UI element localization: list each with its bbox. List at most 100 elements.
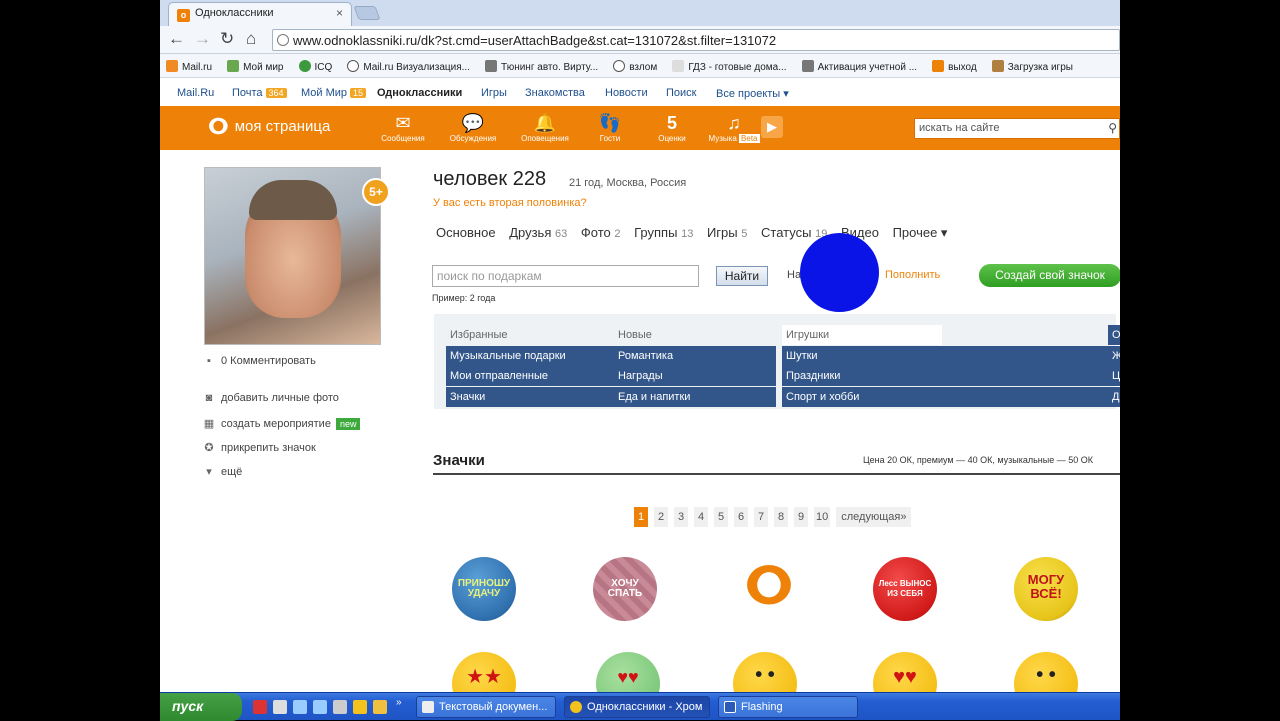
quicklaunch-icon[interactable]	[333, 700, 347, 714]
quicklaunch-icon[interactable]	[273, 700, 287, 714]
page-7[interactable]: 7	[754, 507, 768, 527]
back-icon[interactable]: ←	[168, 30, 185, 48]
tab-groups[interactable]: Группы 13	[634, 225, 693, 240]
quicklaunch-icon[interactable]	[313, 700, 327, 714]
create-event-link[interactable]: ▦ создать мероприятие new	[203, 417, 361, 430]
page-8[interactable]: 8	[774, 507, 788, 527]
badge-out-of-self[interactable]: Лесс ВЫНОС ИЗ СЕБЯ	[873, 557, 937, 621]
portal-link-mailru[interactable]: Mail.Ru	[177, 87, 214, 99]
bookmark-item[interactable]: Mail.ru Визуализация...	[347, 60, 470, 73]
comment-link[interactable]: ▪ 0 Комментировать	[203, 355, 316, 367]
category-romance[interactable]: Романтика	[614, 346, 776, 366]
portal-link-games[interactable]: Игры	[481, 87, 507, 99]
more-link[interactable]: ▾ ещё	[203, 465, 242, 478]
topup-link[interactable]: Пополнить	[885, 269, 940, 281]
category-favorites[interactable]: Избранные	[446, 325, 606, 345]
bookmark-item[interactable]: Mail.ru	[166, 60, 212, 73]
page-6[interactable]: 6	[734, 507, 748, 527]
tab-other[interactable]: Прочее ▾	[893, 225, 948, 240]
badge-can-everything[interactable]: МОГУ ВСЁ!	[1014, 557, 1078, 621]
tab-photos[interactable]: Фото 2	[581, 225, 621, 240]
page-3[interactable]: 3	[674, 507, 688, 527]
page-1[interactable]: 1	[634, 507, 648, 527]
start-button[interactable]: пуск	[160, 693, 242, 721]
home-icon[interactable]: ⌂	[246, 30, 256, 48]
tab-statuses[interactable]: Статусы 19	[761, 225, 827, 240]
chevron-right-icon[interactable]: »	[396, 697, 402, 708]
category-other[interactable]: Другое	[1108, 387, 1120, 407]
tab-main[interactable]: Основное	[436, 225, 496, 240]
category-animals[interactable]: Животные	[1108, 346, 1120, 366]
profile-avatar[interactable]	[204, 167, 381, 345]
browser-toolbar: ← → ↻ ⌂ www.odnoklassniki.ru/dk?st.cmd=u…	[160, 26, 1120, 54]
add-photo-link[interactable]: ◙ добавить личные фото	[203, 392, 339, 404]
portal-link-mail[interactable]: Почта 364	[232, 87, 287, 99]
category-clothing[interactable]: Одежда и украшения	[1108, 325, 1120, 345]
bookmark-item[interactable]: Мой мир	[227, 60, 283, 73]
task-text-document[interactable]: Текстовый докумен...	[416, 696, 556, 718]
page-5[interactable]: 5	[714, 507, 728, 527]
forward-icon[interactable]: →	[194, 30, 211, 48]
attach-badge-link[interactable]: ✪ прикрепить значок	[203, 441, 315, 454]
tab-friends[interactable]: Друзья 63	[509, 225, 567, 240]
page-4[interactable]: 4	[694, 507, 708, 527]
bookmark-item[interactable]: ГДЗ - готовые дома...	[672, 60, 787, 73]
quicklaunch-icon[interactable]	[353, 700, 367, 714]
nav-notifications[interactable]: 🔔 Оповещения	[515, 112, 575, 143]
portal-link-dating[interactable]: Знакомства	[525, 87, 585, 99]
site-search-input[interactable]: искать на сайте ⚲	[914, 118, 1120, 139]
gift-search-input[interactable]: поиск по подаркам	[432, 265, 699, 287]
close-tab-icon[interactable]: ×	[336, 6, 343, 20]
reload-icon[interactable]: ↻	[220, 30, 234, 48]
browser-tab[interactable]: o Одноклассники ×	[168, 2, 352, 26]
category-flowers[interactable]: Цветы	[1108, 366, 1120, 386]
category-toys[interactable]: Игрушки	[782, 325, 942, 345]
bookmark-item[interactable]: Тюнинг авто. Вирту...	[485, 60, 598, 73]
task-flashing[interactable]: Flashing	[718, 696, 858, 718]
portal-link-myworld[interactable]: Мой Мир 15	[301, 87, 367, 99]
search-icon[interactable]: ⚲	[1108, 121, 1117, 135]
quicklaunch-icon[interactable]	[293, 700, 307, 714]
second-half-link[interactable]: У вас есть вторая половинка?	[433, 197, 587, 209]
browser-window: o Одноклассники × ← → ↻ ⌂ www.odnoklassni…	[160, 0, 1120, 720]
portal-link-all-projects[interactable]: Все проекты ▾	[716, 87, 789, 100]
category-jokes[interactable]: Шутки	[782, 346, 1108, 366]
page-2[interactable]: 2	[654, 507, 668, 527]
bookmark-item[interactable]: Активация учетной ...	[801, 60, 917, 73]
portal-link-odnoklassniki[interactable]: Одноклассники	[377, 87, 462, 99]
page-9[interactable]: 9	[794, 507, 808, 527]
category-food[interactable]: Еда и напитки	[614, 387, 776, 407]
page-10[interactable]: 10	[814, 507, 831, 527]
folder-icon[interactable]	[373, 700, 387, 714]
address-bar[interactable]: www.odnoklassniki.ru/dk?st.cmd=userAttac…	[272, 29, 1120, 51]
next-page-link[interactable]: следующая»	[836, 507, 912, 527]
pagination: 1 2 3 4 5 6 7 8 9 10 следующая»	[634, 507, 917, 527]
badge-ok-logo[interactable]: ⵔ	[737, 557, 801, 621]
portal-link-news[interactable]: Новости	[605, 87, 648, 99]
category-holidays[interactable]: Праздники	[782, 366, 1108, 386]
new-tab-button[interactable]	[353, 6, 381, 20]
bookmark-item[interactable]: выход	[932, 60, 977, 73]
tab-games[interactable]: Игры 5	[707, 225, 747, 240]
play-icon[interactable]: ▶	[761, 116, 783, 138]
url-text: www.odnoklassniki.ru/dk?st.cmd=userAttac…	[293, 33, 777, 48]
category-sport[interactable]: Спорт и хобби	[782, 387, 1108, 407]
bookmark-item[interactable]: ICQ	[298, 60, 332, 73]
nav-guests[interactable]: 👣 Гости	[580, 112, 640, 143]
find-button[interactable]: Найти	[716, 266, 768, 286]
nav-ratings[interactable]: 5 Оценки	[642, 112, 702, 143]
task-chrome-odnoklassniki[interactable]: Одноклассники - Хром	[564, 696, 710, 718]
my-page-link[interactable]: ⵔ моя страница	[208, 114, 330, 140]
bookmark-item[interactable]: Загрузка игры	[991, 60, 1073, 73]
category-awards[interactable]: Награды	[614, 366, 776, 386]
bookmark-item[interactable]: взлом	[613, 60, 657, 73]
nav-messages[interactable]: ✉ Сообщения	[373, 112, 433, 143]
badge-want-sleep[interactable]: ХОЧУ СПАТЬ	[593, 557, 657, 621]
nav-discussions[interactable]: 💬 Обсуждения	[443, 112, 503, 143]
quicklaunch-icon[interactable]	[253, 700, 267, 714]
create-badge-button[interactable]: Создай свой значок	[979, 264, 1120, 287]
nav-music[interactable]: ♫ Музыка Beta	[704, 112, 764, 143]
portal-link-search[interactable]: Поиск	[666, 87, 696, 99]
badge-bring-luck[interactable]: ПРИНОШУ УДАЧУ	[452, 557, 516, 621]
category-new[interactable]: Новые	[614, 325, 774, 345]
